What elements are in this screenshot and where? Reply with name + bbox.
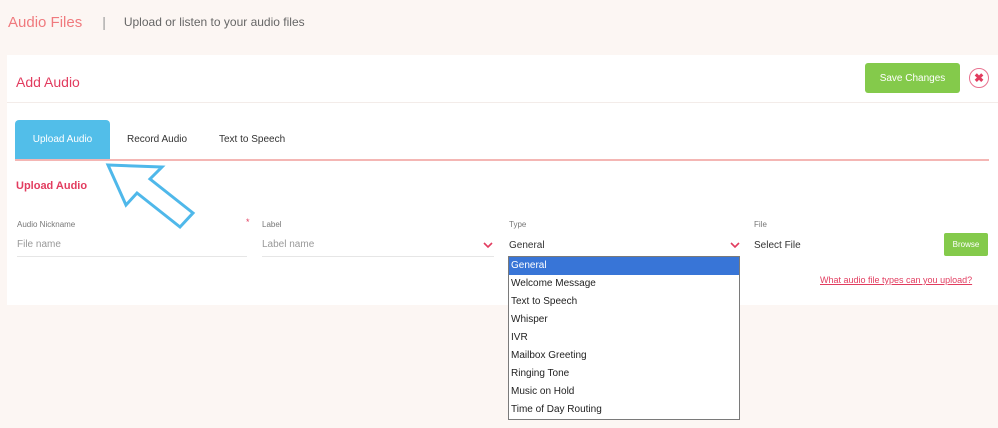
type-value: General bbox=[509, 239, 545, 251]
type-option-mailbox-greeting[interactable]: Mailbox Greeting bbox=[509, 347, 739, 365]
card-divider bbox=[7, 102, 998, 103]
annotation-arrow-icon bbox=[105, 163, 196, 230]
type-select[interactable]: General bbox=[509, 233, 741, 257]
chevron-down-icon bbox=[730, 242, 740, 249]
close-button[interactable]: ✖ bbox=[969, 68, 989, 88]
label-select[interactable]: Label name bbox=[262, 233, 494, 257]
label-placeholder: Label name bbox=[262, 239, 315, 250]
required-marker: * bbox=[246, 217, 250, 227]
type-option-welcome-message[interactable]: Welcome Message bbox=[509, 275, 739, 293]
header-separator: | bbox=[102, 14, 106, 30]
tab-record-audio[interactable]: Record Audio bbox=[127, 120, 187, 159]
type-option-whisper[interactable]: Whisper bbox=[509, 311, 739, 329]
save-changes-button[interactable]: Save Changes bbox=[865, 63, 960, 93]
browse-button[interactable]: Browse bbox=[944, 233, 988, 256]
chevron-down-icon bbox=[483, 242, 493, 249]
nickname-label: Audio Nickname bbox=[17, 220, 76, 229]
audio-file-types-link[interactable]: What audio file types can you upload? bbox=[820, 275, 972, 285]
page-subtitle: Upload or listen to your audio files bbox=[123, 15, 305, 29]
card-title: Add Audio bbox=[16, 74, 80, 90]
type-option-ringing-tone[interactable]: Ringing Tone bbox=[509, 365, 739, 383]
file-label: File bbox=[754, 220, 767, 229]
file-select[interactable]: Select File bbox=[754, 233, 939, 257]
file-value: Select File bbox=[754, 239, 801, 251]
section-title: Upload Audio bbox=[16, 180, 88, 192]
label-field-label: Label bbox=[262, 220, 282, 229]
nickname-input[interactable]: File name bbox=[17, 233, 247, 257]
nickname-placeholder: File name bbox=[17, 239, 61, 250]
close-icon: ✖ bbox=[973, 71, 985, 85]
page-title: Audio Files bbox=[8, 13, 83, 31]
type-option-time-of-day-routing[interactable]: Time of Day Routing bbox=[509, 401, 739, 419]
type-option-text-to-speech[interactable]: Text to Speech bbox=[509, 293, 739, 311]
type-option-music-on-hold[interactable]: Music on Hold bbox=[509, 383, 739, 401]
type-dropdown-list: General Welcome Message Text to Speech W… bbox=[508, 256, 740, 420]
tab-text-to-speech[interactable]: Text to Speech bbox=[219, 120, 285, 159]
tab-upload-audio[interactable]: Upload Audio bbox=[15, 120, 110, 159]
type-option-ivr[interactable]: IVR bbox=[509, 329, 739, 347]
type-label: Type bbox=[509, 220, 527, 229]
page-header: Audio Files | Upload or listen to your a… bbox=[8, 12, 305, 32]
type-option-general[interactable]: General bbox=[509, 257, 739, 275]
